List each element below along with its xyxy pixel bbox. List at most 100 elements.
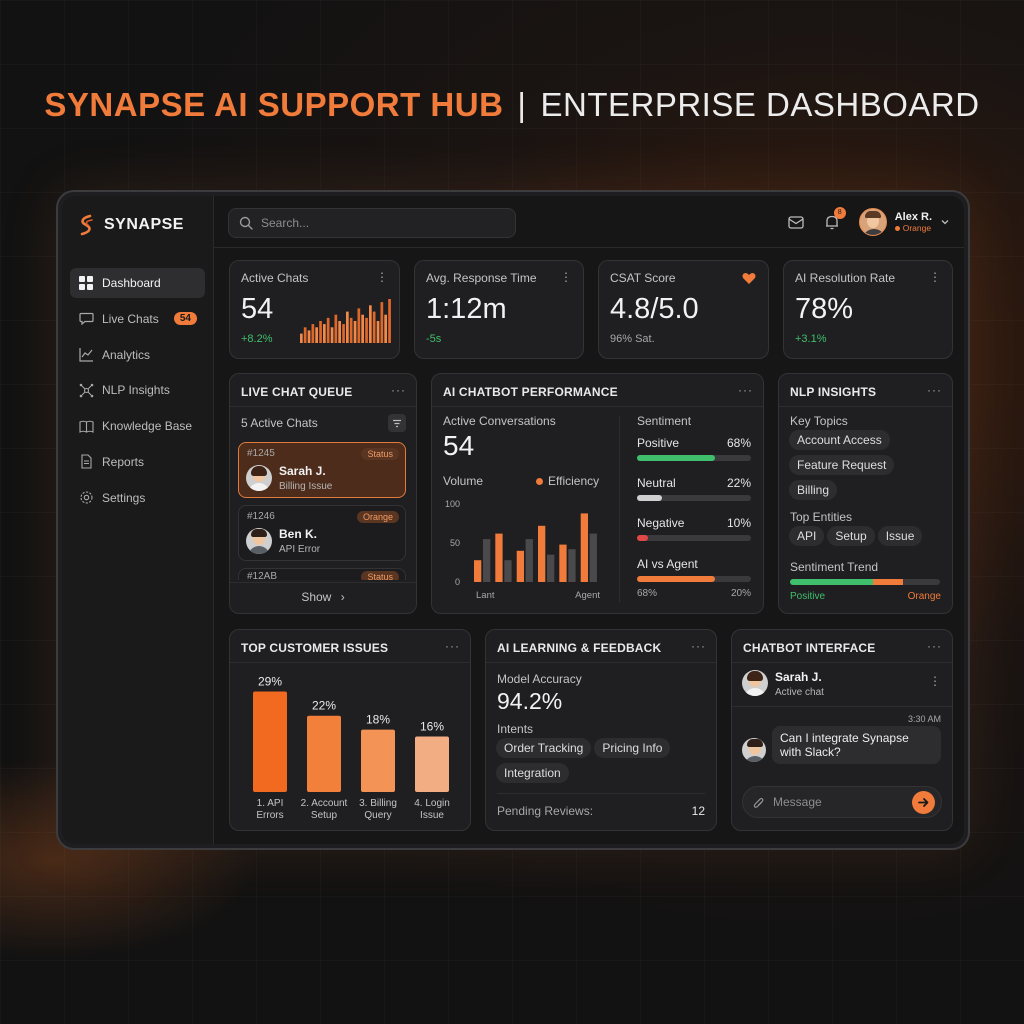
entity-chip[interactable]: Issue <box>877 526 923 546</box>
kpi-card-csat[interactable]: CSAT Score 4.8/5.0 96% Sat. <box>598 260 769 359</box>
sparkline-bar <box>361 314 364 343</box>
entity-chip[interactable]: Setup <box>827 526 875 546</box>
queue-item[interactable]: #1246 Orange Ben K. API Error <box>238 505 406 561</box>
queue-item[interactable]: #1245 Status Sarah J. Billing Issue <box>238 442 406 498</box>
card-title: NLP INSIGHTS <box>790 385 877 399</box>
entity-chip[interactable]: API <box>789 526 825 546</box>
sparkline-bar <box>342 324 345 343</box>
sidebar-item-knowledge-base[interactable]: Knowledge Base <box>70 411 205 441</box>
trend-positive-label: Positive <box>790 591 826 602</box>
inbox-icon[interactable] <box>787 213 805 231</box>
send-button[interactable] <box>912 790 935 814</box>
live-chats-count-badge: 54 <box>173 312 197 326</box>
chart-bar-efficiency <box>504 560 512 582</box>
issue-bar <box>415 736 449 792</box>
kpi-value: 4.8/5.0 <box>610 293 699 325</box>
sparkline-bar <box>380 302 384 343</box>
queue-item-issue: API Error <box>279 544 321 555</box>
sparkline-bar <box>353 321 357 343</box>
show-more-link[interactable]: Show › <box>230 590 416 604</box>
sparkline-bar <box>303 327 307 343</box>
more-icon[interactable]: ⋮ <box>376 270 389 284</box>
issue-value-label: 18% <box>366 713 390 727</box>
card-title: CHATBOT INTERFACE <box>743 641 876 655</box>
avatar <box>742 670 768 696</box>
dashboard-frame: SYNAPSE Dashboard Live Chats 54 Analytic… <box>56 190 970 850</box>
trend-positive-segment <box>790 579 873 585</box>
chart-bar-volume <box>474 560 482 582</box>
sentiment-bar-fill <box>637 455 715 461</box>
intent-chip[interactable]: Integration <box>496 763 569 783</box>
model-accuracy-value: 94.2% <box>497 688 563 714</box>
key-topics-label: Key Topics <box>790 414 848 428</box>
chat-contact-status: Active chat <box>775 687 824 698</box>
queue-item[interactable]: #12AB Status <box>238 568 406 580</box>
sidebar-item-analytics[interactable]: Analytics <box>70 340 205 370</box>
kpi-sub: 96% Sat. <box>610 333 655 345</box>
message-bubble: Can I integrate Synapse with Slack? <box>772 726 941 764</box>
paperclip-icon[interactable] <box>753 796 765 809</box>
chart-bar-volume <box>516 550 524 582</box>
gear-icon <box>78 490 94 506</box>
topic-chip[interactable]: Feature Request <box>789 455 895 475</box>
sidebar-item-dashboard[interactable]: Dashboard <box>70 268 205 298</box>
more-icon[interactable]: ··· <box>927 639 942 653</box>
issue-category-label: Issue <box>420 810 444 821</box>
chat-options-icon[interactable]: ⋮ <box>929 674 942 688</box>
avatar <box>246 528 272 554</box>
headline-subtitle: ENTERPRISE DASHBOARD <box>540 86 980 123</box>
user-menu[interactable]: Alex R. Orange <box>858 208 950 236</box>
more-icon[interactable]: ··· <box>927 383 942 397</box>
more-icon[interactable]: ··· <box>391 383 406 397</box>
intent-chip[interactable]: Pricing Info <box>594 738 671 758</box>
more-icon[interactable]: ⋮ <box>929 270 942 284</box>
sparkline-bar <box>338 321 341 343</box>
kpi-card-response-time[interactable]: Avg. Response Time ⋮ 1:12m -5s <box>414 260 584 359</box>
document-icon <box>78 454 94 470</box>
vertical-divider <box>619 416 620 603</box>
key-topics-list: Account Access Feature Request Billing <box>789 430 939 505</box>
ai-vs-agent-label: AI vs Agent <box>637 557 698 571</box>
intents-list: Order Tracking Pricing Info Integration <box>496 738 708 788</box>
search-input[interactable]: Search... <box>228 208 516 238</box>
more-icon[interactable]: ··· <box>691 639 706 653</box>
intent-chip[interactable]: Order Tracking <box>496 738 592 758</box>
card-title: AI LEARNING & FEEDBACK <box>497 641 662 655</box>
pending-reviews-label: Pending Reviews: <box>497 804 594 818</box>
sparkline-bar <box>315 327 318 343</box>
queue-item-id: #12AB <box>247 571 278 580</box>
topic-chip[interactable]: Billing <box>789 480 838 500</box>
sidebar-item-nlp-insights[interactable]: NLP Insights <box>70 375 205 405</box>
sidebar-item-live-chats[interactable]: Live Chats 54 <box>70 304 205 334</box>
bell-icon[interactable]: 8 <box>823 207 846 231</box>
ai-vs-agent-bar <box>637 576 751 582</box>
sentiment-bar-fill <box>637 535 649 541</box>
entities-list: API Setup Issue <box>789 526 949 551</box>
app-logo[interactable]: SYNAPSE <box>76 214 184 236</box>
message-input[interactable]: Message <box>742 786 942 818</box>
kpi-card-active-chats[interactable]: Active Chats ⋮ 54 +8.2% <box>229 260 400 359</box>
more-icon[interactable]: ⋮ <box>560 270 573 284</box>
sidebar-item-reports[interactable]: Reports <box>70 447 205 477</box>
sidebar-item-label: Knowledge Base <box>102 419 193 434</box>
chat-bubble-icon <box>78 311 94 327</box>
top-bar-actions: 8 Alex R. Orange <box>787 207 950 236</box>
more-icon[interactable]: ··· <box>738 383 753 397</box>
sidebar: SYNAPSE Dashboard Live Chats 54 Analytic… <box>62 196 214 844</box>
efficiency-label: Efficiency <box>548 474 600 488</box>
filter-button[interactable] <box>388 414 406 432</box>
sidebar-item-label: Reports <box>102 454 145 469</box>
issue-category-label: Errors <box>256 810 283 821</box>
x-tick-label: Agent <box>575 590 600 601</box>
card-divider <box>230 406 416 407</box>
more-icon[interactable]: ··· <box>445 639 460 653</box>
sparkline-bar <box>388 299 391 343</box>
sidebar-item-settings[interactable]: Settings <box>70 483 205 513</box>
sparkline-bar <box>319 321 322 343</box>
kpi-card-ai-resolution[interactable]: AI Resolution Rate ⋮ 78% +3.1% <box>783 260 953 359</box>
nlp-insights-card: NLP INSIGHTS ··· Key Topics Account Acce… <box>778 373 953 614</box>
sentiment-trend-bar <box>790 579 940 585</box>
chart-bar-efficiency <box>589 533 597 582</box>
topic-chip[interactable]: Account Access <box>789 430 890 450</box>
queue-item-badge: Status <box>361 571 399 580</box>
